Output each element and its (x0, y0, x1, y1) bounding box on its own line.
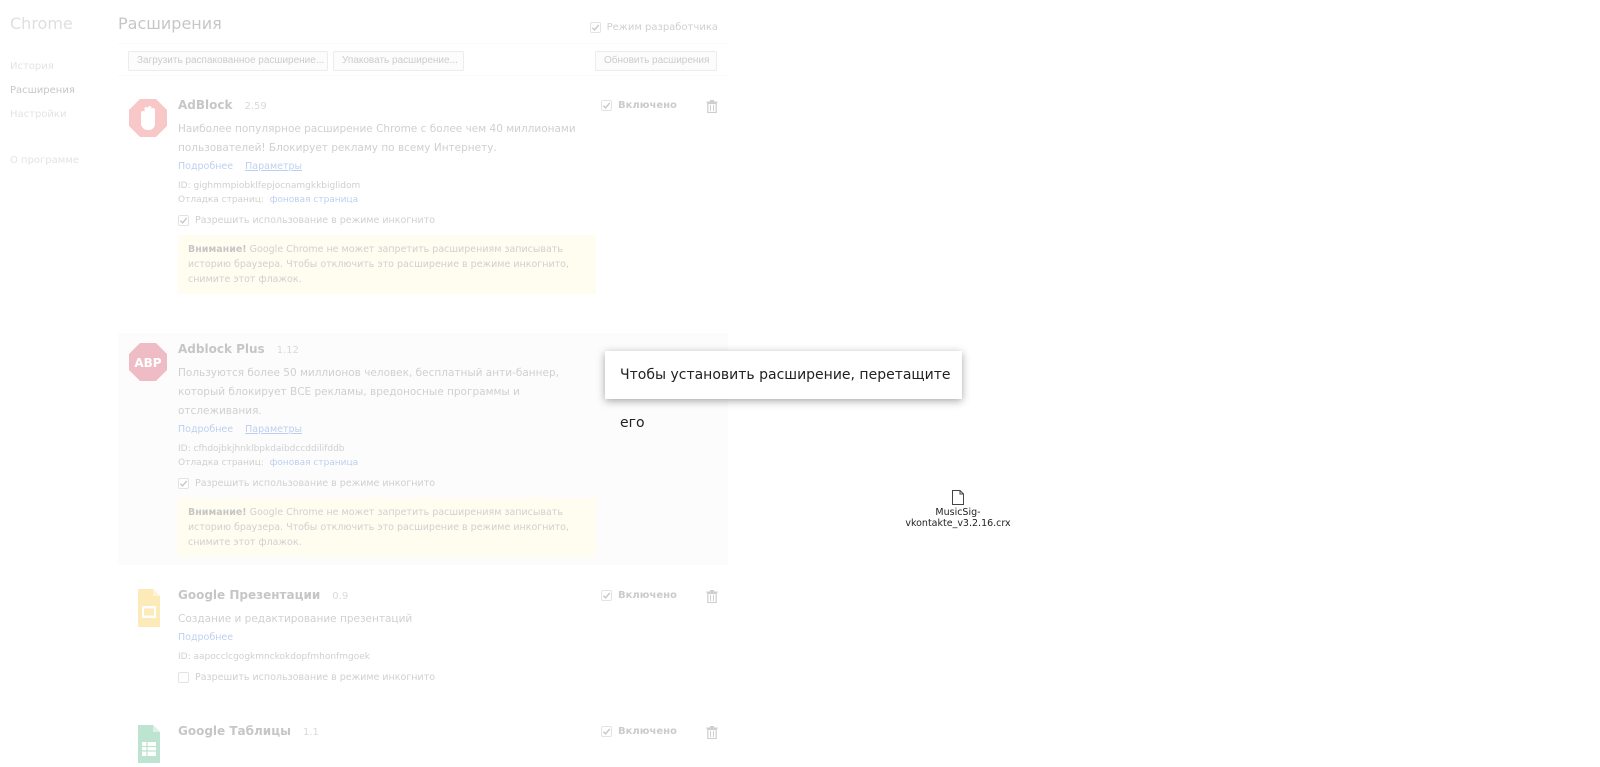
checkmark-icon (602, 102, 611, 109)
pack-extension-button[interactable]: Упаковать расширение... (333, 51, 464, 71)
enable-checkbox[interactable] (601, 726, 612, 737)
checkmark-icon (602, 592, 611, 599)
extension-description: Создание и редактирование презентаций (178, 613, 413, 625)
enable-toggle[interactable]: Включено (601, 100, 677, 111)
allow-incognito-checkbox[interactable] (178, 478, 189, 489)
developer-mode-toggle[interactable]: Режим разработчика (589, 22, 718, 33)
incognito-warning: Внимание! Google Chrome не может запрети… (178, 235, 596, 294)
load-unpacked-button[interactable]: Загрузить распакованное расширение... (128, 51, 328, 71)
details-link[interactable]: Подробнее (178, 424, 233, 435)
options-link[interactable]: Параметры (245, 161, 302, 172)
checkmark-icon (179, 217, 188, 224)
developer-toolbar: Загрузить распакованное расширение... Уп… (118, 48, 728, 76)
extension-id: ID: cfhdojbkjhnklbpkdaibdccddilifddb (178, 444, 345, 454)
details-link[interactable]: Подробнее (178, 161, 233, 172)
extension-item-adblock: AdBlock 2.59 Наиболее популярное расшире… (118, 98, 728, 328)
details-link[interactable]: Подробнее (178, 632, 233, 643)
developer-mode-label: Режим разработчика (606, 22, 718, 33)
sidebar-item-settings[interactable]: Настройки (10, 103, 110, 127)
allow-incognito-checkbox[interactable] (178, 215, 189, 226)
extension-name: AdBlock (178, 98, 233, 112)
enabled-label: Включено (618, 100, 677, 111)
trash-icon[interactable] (706, 100, 718, 113)
trash-icon[interactable] (706, 726, 718, 739)
sheets-icon (138, 725, 160, 763)
developer-mode-checkbox[interactable] (589, 22, 601, 33)
enabled-label: Включено (618, 726, 677, 737)
sidebar: Chrome История Расширения Настройки О пр… (10, 14, 110, 173)
background-page-link[interactable]: фоновая страница (270, 195, 358, 205)
dragged-file-name: MusicSig-vkontakte_v3.2.16.crx (905, 507, 1011, 529)
allow-incognito-label: Разрешить использование в режиме инкогни… (195, 215, 436, 226)
enable-checkbox[interactable] (601, 590, 612, 601)
sidebar-brand: Chrome (10, 14, 73, 33)
background-page-link[interactable]: фоновая страница (270, 458, 358, 468)
extension-id: ID: gighmmpiobklfepjocnamgkkbiglidom (178, 181, 361, 191)
inspect-views: Отладка страниц: фоновая страница (178, 195, 359, 205)
extension-name: Google Презентации (178, 588, 321, 602)
extension-version: 2.59 (244, 101, 267, 112)
sidebar-item-about[interactable]: О программе (10, 149, 110, 173)
extension-body: Google Таблицы 1.1 (178, 724, 598, 744)
extension-item-google-slides: Google Презентации 0.9 Создание и редакт… (118, 588, 728, 698)
allow-incognito-toggle[interactable]: Разрешить использование в режиме инкогни… (178, 215, 598, 226)
sidebar-item-history[interactable]: История (10, 55, 110, 79)
allow-incognito-checkbox[interactable] (178, 672, 189, 683)
trash-icon[interactable] (706, 590, 718, 603)
inspect-views: Отладка страниц: фоновая страница (178, 458, 359, 468)
options-link[interactable]: Параметры (245, 424, 302, 435)
allow-incognito-label: Разрешить использование в режиме инкогни… (195, 672, 436, 683)
extension-description: Пользуются более 50 миллионов человек, б… (178, 367, 559, 417)
extension-body: Adblock Plus 1.12 Пользуются более 50 ми… (178, 342, 598, 557)
update-extensions-button[interactable]: Обновить расширения (595, 51, 717, 71)
enable-toggle[interactable]: Включено (601, 590, 677, 601)
allow-incognito-toggle[interactable]: Разрешить использование в режиме инкогни… (178, 672, 598, 683)
dragged-file[interactable]: MusicSig-vkontakte_v3.2.16.crx (890, 490, 1026, 529)
extension-version: 1.1 (302, 727, 319, 738)
extension-version: 0.9 (332, 591, 349, 602)
enable-checkbox[interactable] (601, 100, 612, 111)
sidebar-item-extensions[interactable]: Расширения (10, 79, 110, 103)
incognito-warning: Внимание! Google Chrome не может запрети… (178, 498, 596, 557)
file-icon (952, 490, 964, 505)
enable-toggle[interactable]: Включено (601, 726, 677, 737)
extension-body: Google Презентации 0.9 Создание и редакт… (178, 588, 598, 683)
page-header: Расширения Режим разработчика (118, 14, 728, 44)
extension-body: AdBlock 2.59 Наиболее популярное расшире… (178, 98, 598, 294)
abp-octagon-icon: ABP (129, 343, 167, 381)
adblock-hand-icon (129, 99, 167, 137)
svg-text:ABP: ABP (134, 356, 161, 370)
checkmark-icon (179, 480, 188, 487)
extension-id: ID: aapocclcgogkmnckokdopfmhonfmgoek (178, 652, 370, 662)
extension-item-google-sheets: Google Таблицы 1.1 Включено (118, 724, 728, 767)
extensions-page: Chrome История Расширения Настройки О пр… (0, 0, 1600, 767)
extension-name: Google Таблицы (178, 724, 291, 738)
drop-to-install-tooltip: Чтобы установить расширение, перетащите … (605, 351, 962, 431)
allow-incognito-toggle[interactable]: Разрешить использование в режиме инкогни… (178, 478, 598, 489)
checkmark-icon (602, 728, 611, 735)
extension-version: 1.12 (276, 345, 299, 356)
extension-description: Наиболее популярное расширение Chrome с … (178, 123, 576, 154)
slides-icon (138, 589, 160, 627)
checkmark-icon (591, 24, 599, 31)
allow-incognito-label: Разрешить использование в режиме инкогни… (195, 478, 436, 489)
extension-name: Adblock Plus (178, 342, 265, 356)
enabled-label: Включено (618, 590, 677, 601)
